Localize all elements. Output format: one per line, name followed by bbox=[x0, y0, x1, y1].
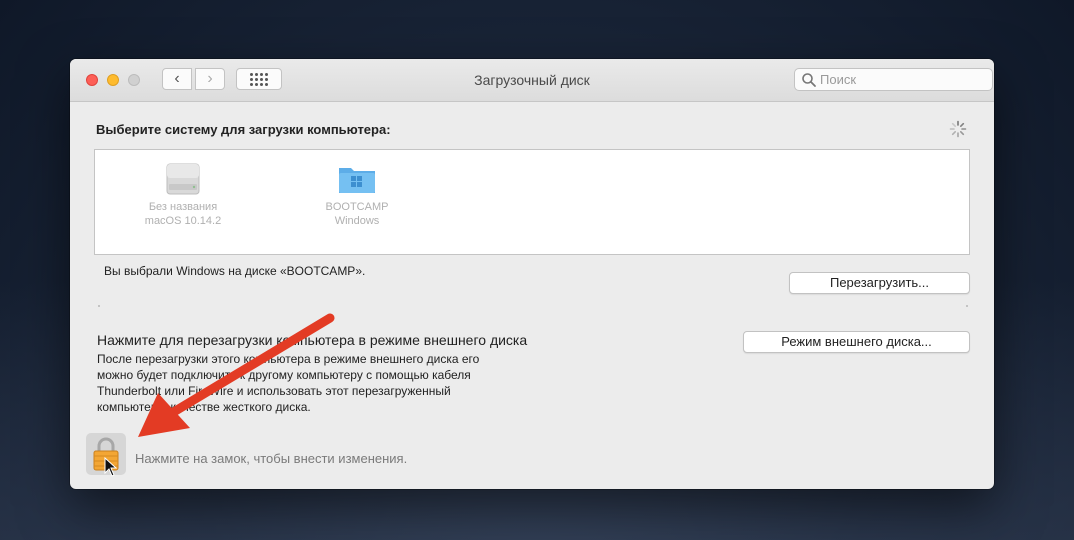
disk-system: Windows bbox=[334, 215, 380, 227]
system-preferences-window: ‹ › Загрузочный диск Выберите систему дл… bbox=[70, 59, 994, 489]
disk-system: macOS 10.14.2 bbox=[144, 215, 222, 227]
progress-spinner-icon bbox=[949, 120, 967, 138]
disk-name: BOOTCAMP bbox=[325, 201, 389, 213]
target-disk-mode-title: Нажмите для перезагрузки компьютера в ре… bbox=[97, 332, 528, 348]
folder-icon bbox=[339, 168, 375, 193]
divider-dot bbox=[98, 305, 100, 307]
search-field[interactable] bbox=[794, 68, 993, 91]
disk-item-macos[interactable]: Без названия macOS 10.14.2 bbox=[118, 162, 248, 228]
description-line: компьютер в качестве жесткого диска. bbox=[97, 400, 311, 414]
divider-dot bbox=[966, 305, 968, 307]
restart-button[interactable]: Перезагрузить... bbox=[789, 272, 970, 294]
description-line: Thunderbolt или FireWire и использовать … bbox=[97, 384, 451, 398]
startup-disk-heading: Выберите систему для загрузки компьютера… bbox=[96, 122, 391, 137]
search-input[interactable] bbox=[820, 72, 980, 87]
title-bar: ‹ › Загрузочный диск bbox=[70, 59, 994, 102]
startup-disk-list[interactable]: Без названия macOS 10.14.2 BOOTCAMP Wind… bbox=[94, 149, 970, 255]
disk-item-bootcamp[interactable]: BOOTCAMP Windows bbox=[292, 162, 422, 228]
mouse-cursor-icon bbox=[104, 457, 118, 477]
search-icon bbox=[802, 72, 816, 87]
target-disk-mode-description: После перезагрузки этого компьютера в ре… bbox=[97, 351, 567, 415]
selection-status-text: Вы выбрали Windows на диске «BOOTCAMP». bbox=[104, 264, 366, 278]
lock-hint-text: Нажмите на замок, чтобы внести изменения… bbox=[135, 451, 408, 466]
target-disk-mode-button[interactable]: Режим внешнего диска... bbox=[743, 331, 970, 353]
disk-name: Без названия bbox=[148, 201, 218, 213]
description-line: После перезагрузки этого компьютера в ре… bbox=[97, 352, 480, 366]
description-line: можно будет подключить к другому компьют… bbox=[97, 368, 471, 382]
hard-drive-icon bbox=[166, 163, 200, 195]
